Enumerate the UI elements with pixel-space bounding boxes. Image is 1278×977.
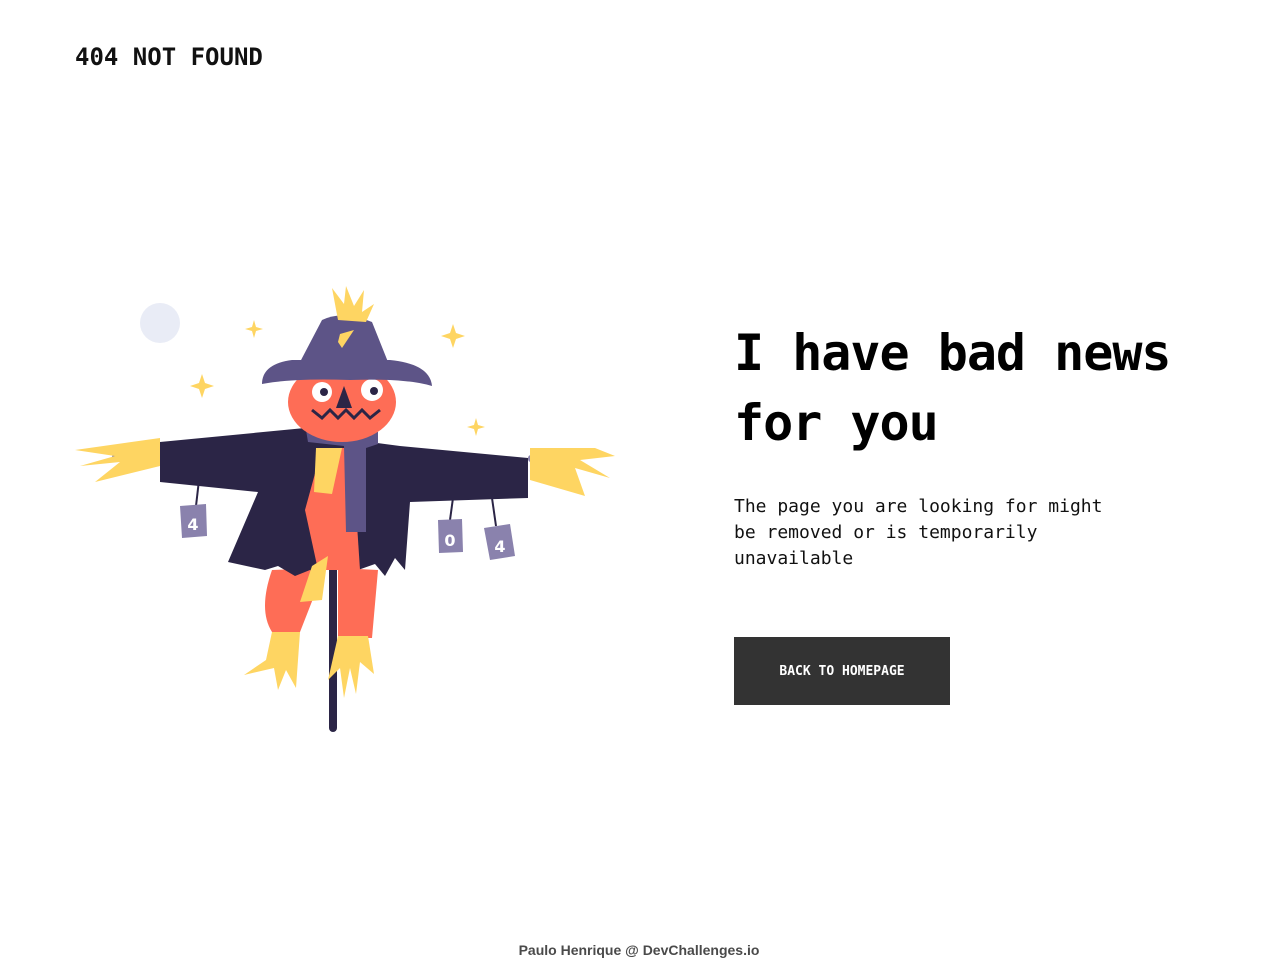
can-label: 4 bbox=[494, 537, 505, 556]
can-label: 4 bbox=[187, 515, 198, 534]
brand-title: 404 NOT FOUND bbox=[75, 43, 263, 71]
page: 404 NOT FOUND 4 0 4 I have bad news for … bbox=[0, 0, 1278, 977]
headline: I have bad news for you bbox=[734, 318, 1254, 458]
footer-credit: Paulo Henrique @ DevChallenges.io bbox=[518, 942, 760, 958]
scarecrow-icon: 4 0 4 bbox=[75, 286, 615, 732]
can-label: 0 bbox=[444, 531, 455, 550]
scarecrow-illustration: 4 0 4 bbox=[75, 286, 615, 732]
moon-icon bbox=[140, 303, 180, 343]
error-message: The page you are looking for might be re… bbox=[734, 496, 1103, 569]
headline-line: for you bbox=[734, 394, 939, 452]
back-to-homepage-button[interactable]: BACK TO HOMEPAGE bbox=[734, 637, 950, 705]
headline-line: I have bad news bbox=[734, 324, 1172, 382]
